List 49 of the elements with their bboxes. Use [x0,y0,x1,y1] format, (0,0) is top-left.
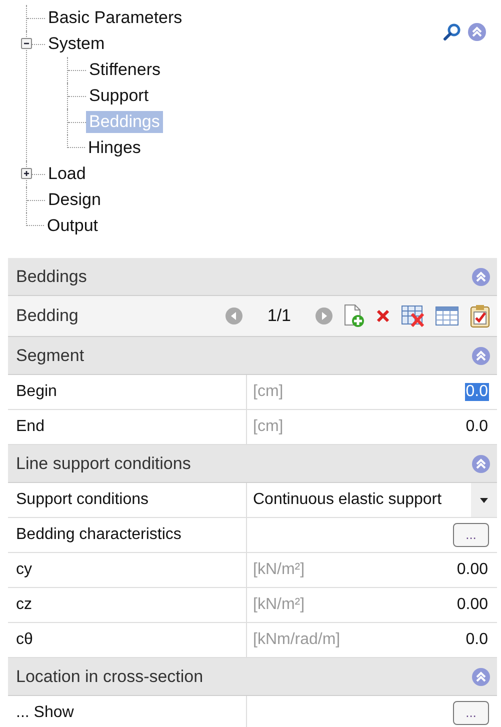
ellipsis-button[interactable]: ... [453,701,489,725]
expand-icon[interactable] [21,168,32,179]
tree-item[interactable]: Support [86,85,152,107]
tree-item[interactable]: System [45,33,108,55]
tree-item[interactable]: Load [45,163,89,185]
unit-label: [cm] [253,383,284,401]
property-label: Bedding characteristics [8,518,247,552]
property-label: End [8,410,247,444]
add-document-icon[interactable] [343,304,365,328]
property-label: Support conditions [8,483,247,517]
section-header[interactable]: Segment [8,337,497,375]
value-field[interactable]: 0.0 [464,383,489,401]
property-label: Begin [8,375,247,409]
next-icon[interactable] [315,307,333,325]
value-field[interactable]: 0.00 [456,596,489,614]
property-label: cy [8,553,247,587]
value-field[interactable]: 0.00 [456,561,489,579]
delete-table-icon[interactable] [401,305,425,327]
collapse-icon[interactable] [21,38,32,49]
section-title: Segment [16,346,84,366]
table-icon[interactable] [435,306,459,326]
property-label: cθ [8,623,247,657]
ellipsis-button[interactable]: ... [453,523,489,547]
delete-icon[interactable] [375,308,391,324]
value-field[interactable]: 0.0 [464,631,489,649]
caret-icon [480,498,488,502]
unit-label: [kN/m²] [253,596,306,614]
previous-icon[interactable] [225,307,244,325]
tree-item[interactable]: Output [44,215,102,237]
value-field[interactable]: 0.0 [464,418,489,436]
property-label: ... Show [8,696,247,727]
record-label: Bedding [16,306,80,326]
property-label: cz [8,588,247,622]
tree-item[interactable]: Stiffeners [86,59,164,81]
tree-item[interactable]: Basic Parameters [45,7,186,29]
clipboard-check-icon[interactable] [469,304,491,328]
unit-label: [kN/m²] [253,561,306,579]
unit-label: [cm] [253,418,284,436]
section-title: Location in cross-section [16,666,204,686]
section-header[interactable]: Location in cross-section [8,658,497,696]
dropdown[interactable]: Continuous elastic support [253,483,497,517]
search-icon[interactable] [443,23,461,41]
section-title: Line support conditions [16,454,191,474]
tree-item[interactable]: Hinges [85,137,144,159]
unit-label: [kNm/rad/m] [253,631,342,649]
section-header[interactable]: Line support conditions [8,445,497,483]
panel-title: Beddings [16,266,87,286]
record-counter: 1/1 [267,306,291,326]
tree-item[interactable]: Design [45,189,104,211]
